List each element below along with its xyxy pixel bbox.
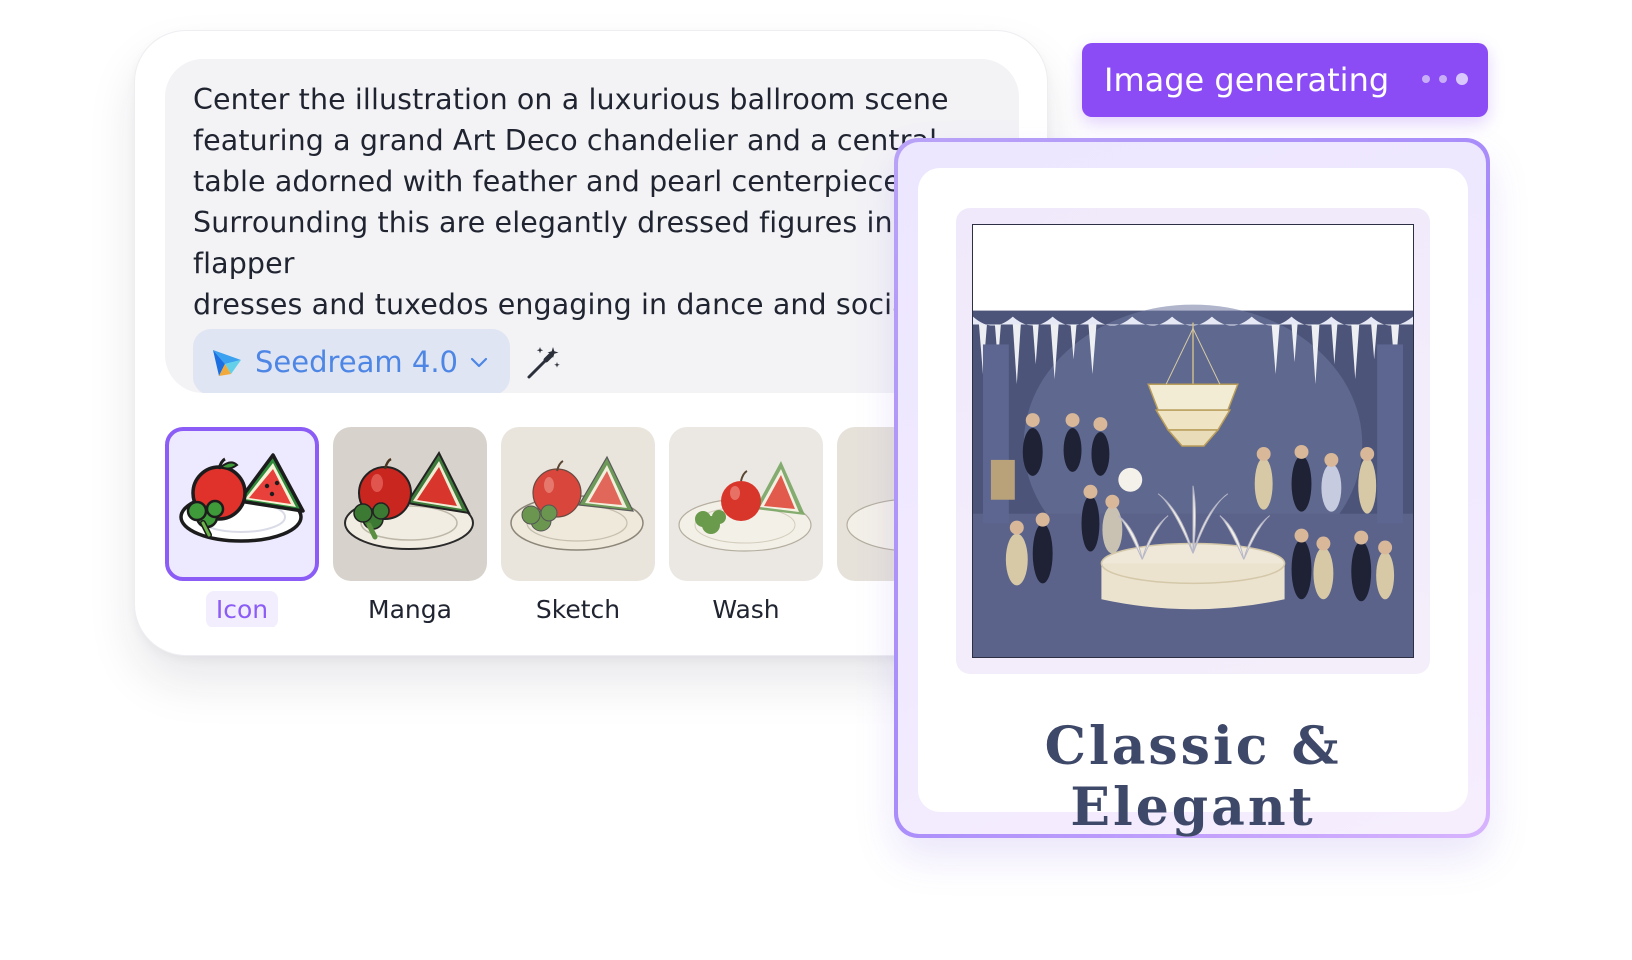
style-label: Manga — [368, 595, 452, 624]
style-list: Icon Manga Sketch Wash — [165, 427, 919, 627]
chevron-down-icon — [468, 351, 490, 373]
status-label: Image generating — [1104, 61, 1390, 99]
loading-dot — [1439, 75, 1447, 83]
result-card-glow: Classic & Elegant — [898, 142, 1486, 838]
loading-dot — [1456, 73, 1468, 85]
style-label: Icon — [165, 591, 319, 627]
fruit-plate-icon — [179, 453, 305, 543]
style-item-sketch[interactable]: Sketch — [501, 427, 655, 624]
style-thumbnail[interactable] — [501, 427, 655, 581]
image-frame — [956, 208, 1430, 674]
prompt-line: Surrounding this are elegantly dressed f… — [193, 206, 893, 280]
prompt-line: dresses and tuxedos engaging in dance an… — [193, 288, 918, 321]
style-label: Sketch — [535, 595, 621, 624]
style-thumbnail[interactable] — [165, 427, 319, 581]
seedream-logo-icon — [209, 344, 245, 380]
style-thumbnail[interactable] — [669, 427, 823, 581]
prompt-line: Center the illustration on a luxurious b… — [193, 83, 949, 116]
prompt-text[interactable]: Center the illustration on a luxurious b… — [193, 79, 953, 325]
fruit-plate-icon — [678, 461, 812, 552]
prompt-box[interactable]: Center the illustration on a luxurious b… — [165, 59, 1019, 393]
magic-wand-icon[interactable] — [523, 343, 563, 383]
result-card: Classic & Elegant — [894, 138, 1490, 838]
style-thumbnail[interactable] — [333, 427, 487, 581]
fruit-plate-icon — [344, 450, 474, 550]
image-generating-status: Image generating — [1082, 43, 1488, 117]
prompt-line: featuring a grand Art Deco chandelier an… — [193, 124, 938, 157]
style-label: Wash — [712, 595, 780, 624]
style-item-manga[interactable]: Manga — [333, 427, 487, 624]
model-selector-button[interactable]: Seedream 4.0 — [193, 329, 510, 393]
ballroom-illustration — [973, 225, 1413, 657]
loading-dot — [1422, 75, 1430, 83]
style-item-wash[interactable]: Wash — [669, 427, 823, 624]
result-card-inner: Classic & Elegant — [918, 168, 1468, 838]
generated-image[interactable] — [972, 224, 1414, 658]
result-caption: Classic & Elegant — [1044, 716, 1342, 838]
style-item-icon[interactable]: Icon — [165, 427, 319, 627]
loading-dots-icon — [1422, 73, 1468, 85]
prompt-line: table adorned with feather and pearl cen… — [193, 165, 926, 198]
model-label: Seedream 4.0 — [255, 345, 458, 379]
fruit-plate-icon — [510, 455, 644, 551]
